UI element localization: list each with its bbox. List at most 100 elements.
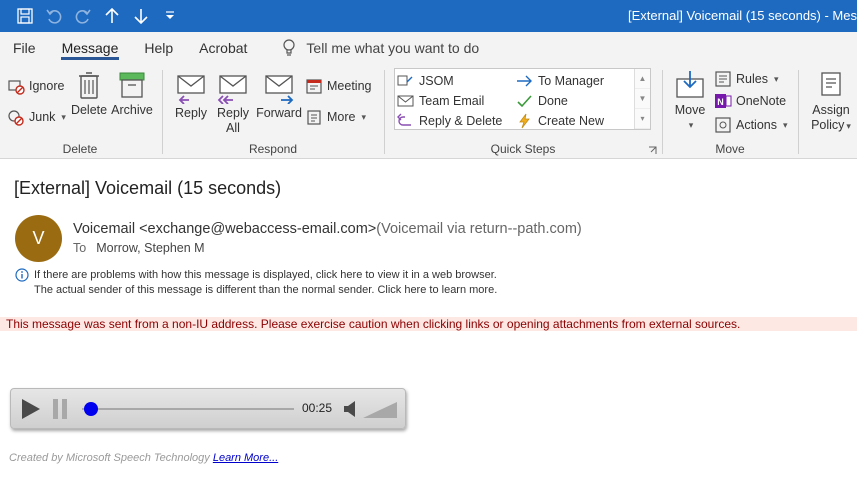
save-icon xyxy=(16,8,33,24)
tell-me-text: Tell me what you want to do xyxy=(306,40,480,56)
meeting-button[interactable]: Meeting xyxy=(305,76,371,96)
reply-icon xyxy=(177,75,205,104)
reply-all-label-2: All xyxy=(226,121,240,135)
reply-button[interactable]: Reply xyxy=(173,72,209,121)
junk-dropdown-icon: ▾ xyxy=(61,111,66,122)
avatar-letter: V xyxy=(32,228,45,248)
tab-acrobat[interactable]: Acrobat xyxy=(186,32,260,64)
reply-label: Reply xyxy=(175,106,207,120)
info-icon xyxy=(15,268,29,282)
delete-group: Ignore Junk ▾ Delete Archive Delete xyxy=(0,64,160,159)
dialog-launcher-icon[interactable] xyxy=(648,146,657,155)
policy-icon xyxy=(821,72,841,96)
previous-item-button[interactable] xyxy=(97,0,126,32)
speech-credit: Created by Microsoft Speech Technology L… xyxy=(9,452,278,464)
respond-group-label: Respond xyxy=(248,142,298,156)
move-group-label: Move xyxy=(715,142,745,156)
archive-button[interactable]: Archive xyxy=(111,69,153,118)
forward-icon xyxy=(265,75,294,104)
move-label: Move xyxy=(674,103,706,117)
customize-toolbar-button[interactable] xyxy=(155,0,184,32)
undo-icon xyxy=(45,9,61,24)
audio-player: 00:25 xyxy=(10,388,406,429)
delete-group-label: Delete xyxy=(62,142,98,156)
speaker-icon[interactable] xyxy=(343,400,359,418)
archive-icon xyxy=(119,72,145,98)
policy-dropdown-icon: ▾ xyxy=(846,121,851,131)
assign-policy-button[interactable]: Assign Policy ▾ xyxy=(806,69,856,134)
move-dropdown-icon: ▾ xyxy=(688,120,694,130)
onenote-icon: N xyxy=(715,94,732,108)
junk-icon xyxy=(8,110,24,126)
meeting-label: Meeting xyxy=(327,79,372,93)
quick-access-toolbar xyxy=(0,0,184,32)
tab-file[interactable]: File xyxy=(0,32,49,64)
sender-name[interactable]: Voicemail <exchange@webaccess-email.com> xyxy=(73,221,376,237)
actions-dropdown-icon: ▾ xyxy=(783,119,788,130)
redo-icon xyxy=(75,9,91,24)
rules-icon xyxy=(715,71,731,87)
lightbulb-icon xyxy=(283,39,296,56)
save-button[interactable] xyxy=(10,0,39,32)
infobar-sender-line[interactable]: The actual sender of this message is dif… xyxy=(34,283,497,298)
more-respond-icon xyxy=(307,110,321,125)
volume-slider[interactable] xyxy=(363,399,399,419)
reply-all-icon xyxy=(217,75,247,104)
onenote-button[interactable]: N OneNote xyxy=(714,91,786,111)
redo-button[interactable] xyxy=(68,0,97,32)
more-respond-button[interactable]: More ▾ xyxy=(305,107,366,127)
to-label: To xyxy=(73,241,87,255)
move-group: Move ▾ Rules ▾ N OneNote Actions ▾ Move xyxy=(663,64,797,159)
junk-label: Junk xyxy=(29,110,56,124)
recipient-name[interactable]: Morrow, Stephen M xyxy=(96,241,204,255)
title-bar: [External] Voicemail (15 seconds) - Mes xyxy=(0,0,857,32)
learn-more-link[interactable]: Learn More... xyxy=(213,452,278,464)
more-label: More xyxy=(327,110,356,124)
ignore-label: Ignore xyxy=(29,79,65,93)
move-folder-icon xyxy=(676,71,704,98)
delete-button[interactable]: Delete xyxy=(71,69,107,118)
sender-via: (Voicemail via return--path.com) xyxy=(376,221,582,237)
quick-steps-group: Quick Steps xyxy=(385,64,661,159)
actions-icon xyxy=(715,117,731,133)
infobar-display-line[interactable]: If there are problems with how this mess… xyxy=(34,268,497,283)
tell-me-search[interactable]: Tell me what you want to do xyxy=(282,39,479,57)
tab-message[interactable]: Message xyxy=(49,32,132,64)
infobar[interactable]: If there are problems with how this mess… xyxy=(34,268,497,298)
tab-help[interactable]: Help xyxy=(131,32,186,64)
rules-button[interactable]: Rules ▾ xyxy=(714,69,779,89)
arrow-down-icon xyxy=(133,9,148,25)
ignore-button[interactable]: Ignore xyxy=(7,76,64,96)
quick-steps-group-label: Quick Steps xyxy=(490,142,556,156)
rules-dropdown-icon: ▾ xyxy=(773,73,779,84)
actions-label: Actions xyxy=(736,118,777,132)
next-item-button[interactable] xyxy=(126,0,155,32)
policy-label-text: Policy xyxy=(811,118,845,132)
sender-line: Voicemail <exchange@webaccess-email.com>… xyxy=(73,221,582,237)
move-button[interactable]: Move ▾ xyxy=(673,69,707,133)
play-icon[interactable] xyxy=(20,398,42,420)
trash-icon xyxy=(79,72,99,99)
forward-button[interactable]: Forward xyxy=(256,72,302,121)
rules-label: Rules xyxy=(736,72,768,86)
external-sender-warning: This message was sent from a non-IU addr… xyxy=(0,317,857,331)
archive-label: Archive xyxy=(111,103,153,117)
forward-label: Forward xyxy=(256,106,302,120)
ribbon-separator xyxy=(798,70,799,154)
more-dropdown-icon: ▾ xyxy=(361,111,367,122)
respond-group: Reply Reply All Forward Meeting More ▾ Re… xyxy=(163,64,383,159)
avatar: V xyxy=(15,215,62,262)
actions-button[interactable]: Actions ▾ xyxy=(714,115,788,135)
seek-thumb[interactable] xyxy=(84,402,98,416)
reply-all-button[interactable]: Reply All xyxy=(215,72,251,136)
junk-button[interactable]: Junk ▾ xyxy=(7,107,66,127)
recipient-line: To Morrow, Stephen M xyxy=(73,241,205,255)
speech-credit-text: Created by Microsoft Speech Technology xyxy=(9,452,210,464)
menu-bar: File Message Help Acrobat Tell me what y… xyxy=(0,32,857,64)
undo-button[interactable] xyxy=(39,0,68,32)
playback-time: 00:25 xyxy=(302,401,333,415)
seek-track[interactable] xyxy=(82,408,294,410)
pause-icon[interactable] xyxy=(52,399,68,419)
svg-text:N: N xyxy=(717,97,724,107)
ignore-icon xyxy=(8,80,25,95)
